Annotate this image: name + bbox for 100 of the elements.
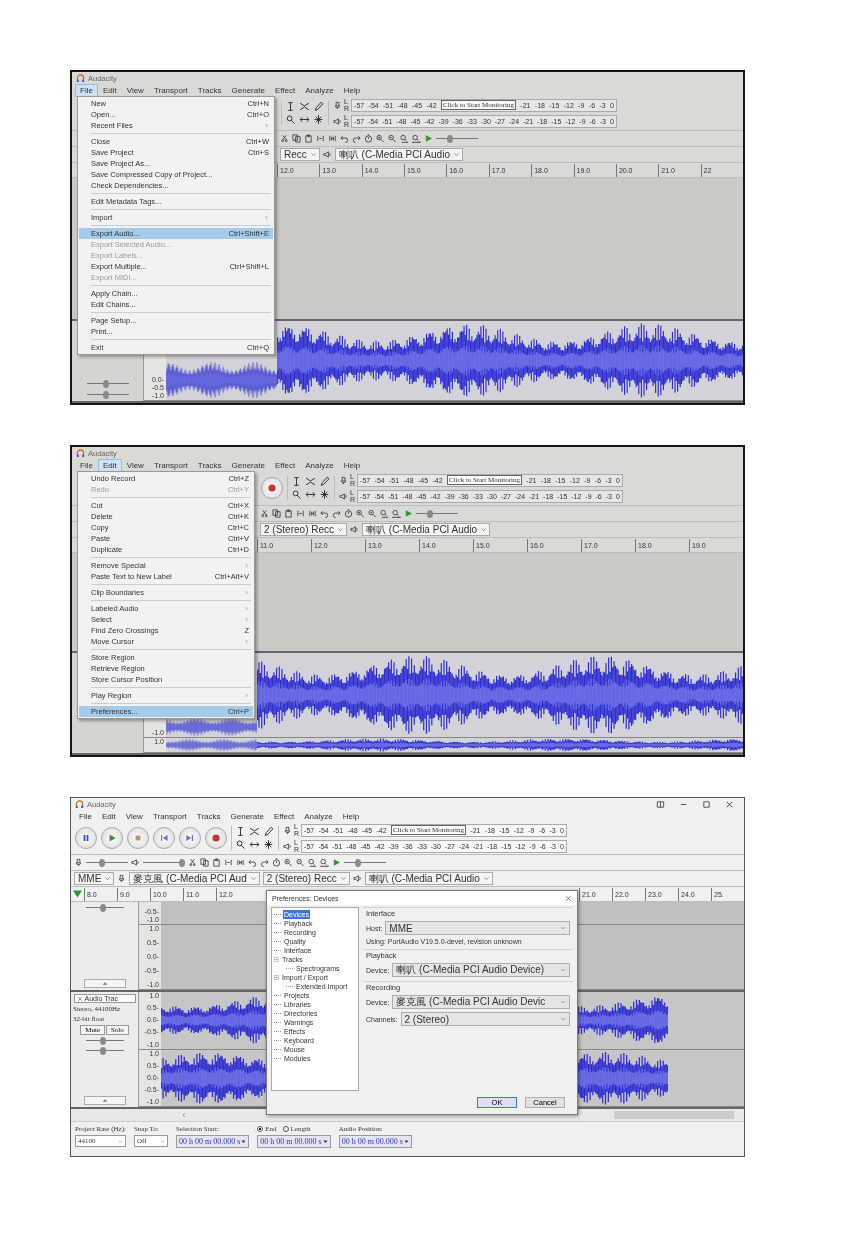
fit-selection-icon[interactable]	[308, 858, 317, 867]
fit-project-icon[interactable]	[320, 858, 329, 867]
speaker-icon[interactable]	[131, 858, 140, 867]
menu-bar-item[interactable]: Help	[338, 83, 366, 97]
menu-bar-item[interactable]: Edit	[96, 809, 121, 823]
speaker-icon[interactable]	[339, 491, 348, 501]
silence-icon[interactable]	[236, 858, 245, 867]
pause-button[interactable]	[75, 827, 97, 849]
dropdown-field[interactable]: 喇叭 (C-Media PCI Audio	[334, 148, 463, 161]
slider-thumb[interactable]	[99, 1047, 106, 1055]
menu-bar-item[interactable]: File	[74, 809, 97, 823]
magnifier-icon[interactable]	[235, 839, 246, 850]
dropdown-field[interactable]: Recc	[280, 148, 320, 161]
trim-icon[interactable]	[316, 134, 325, 143]
trim-icon[interactable]	[296, 509, 305, 518]
copy-icon[interactable]	[200, 858, 209, 867]
menu-bar-item[interactable]: View	[121, 83, 149, 97]
menu-bar-item[interactable]: Tracks	[192, 83, 227, 97]
skip-to-end-button[interactable]	[179, 827, 201, 849]
slider-thumb[interactable]	[102, 391, 109, 399]
play-icon[interactable]	[332, 858, 341, 867]
dropdown-field[interactable]: 喇叭 (C-Media PCI Audio Device)	[392, 963, 570, 977]
slider-thumb[interactable]	[354, 858, 361, 867]
pencil-icon[interactable]	[313, 101, 324, 112]
zoom-in-icon[interactable]	[376, 134, 385, 143]
fit-project-icon[interactable]	[392, 509, 401, 518]
skip-to-start-button[interactable]	[153, 827, 175, 849]
slider-thumb[interactable]	[99, 1037, 106, 1045]
menu-bar-item[interactable]: Help	[337, 809, 365, 823]
slider-thumb[interactable]	[446, 134, 453, 143]
dropdown-field[interactable]: MME	[385, 921, 570, 935]
redo-icon[interactable]	[332, 509, 341, 518]
silence-icon[interactable]	[308, 509, 317, 518]
menu-bar-item[interactable]: Analyze	[299, 809, 338, 823]
zoom-in-icon[interactable]	[356, 509, 365, 518]
radio-button[interactable]	[257, 1126, 264, 1132]
zoom-out-icon[interactable]	[388, 134, 397, 143]
microphone-icon[interactable]	[333, 100, 342, 110]
pencil-icon[interactable]	[319, 476, 330, 487]
dropdown-field[interactable]: 麥克風 (C-Media PCI Aud	[129, 872, 260, 885]
menu-bar-item[interactable]: File	[75, 458, 98, 472]
zoom-out-icon[interactable]	[296, 858, 305, 867]
asterisk-icon[interactable]	[313, 114, 324, 125]
speaker-icon[interactable]	[352, 874, 362, 883]
menu-bar-item[interactable]: View	[120, 809, 148, 823]
time-shift-icon[interactable]	[305, 489, 316, 500]
record-button[interactable]	[205, 827, 227, 849]
menu-bar-item[interactable]: Generate	[225, 809, 269, 823]
asterisk-icon[interactable]	[263, 839, 274, 850]
play-button[interactable]	[101, 827, 123, 849]
dropdown-field[interactable]: 2 (Stereo)	[400, 1012, 570, 1026]
fit-selection-icon[interactable]	[400, 134, 409, 143]
redo-icon[interactable]	[352, 134, 361, 143]
speaker-icon[interactable]	[322, 150, 332, 159]
trim-icon[interactable]	[224, 858, 233, 867]
time-field[interactable]: 00 h 00 m 00.000 s	[175, 1135, 250, 1148]
record-button[interactable]	[261, 477, 283, 499]
fit-selection-icon[interactable]	[380, 509, 389, 518]
microphone-icon[interactable]	[283, 825, 292, 835]
volume-slider[interactable]	[143, 858, 185, 867]
slider-thumb[interactable]	[426, 509, 433, 518]
menu-bar-item[interactable]: Help	[338, 458, 366, 472]
menu-bar-item[interactable]: Effect	[268, 809, 300, 823]
dropdown-field[interactable]: 2 (Stereo) Recc	[262, 872, 350, 885]
fit-project-icon[interactable]	[412, 134, 421, 143]
time-field[interactable]: 00 h 00 m 00.000 s	[257, 1135, 331, 1148]
undo-icon[interactable]	[248, 858, 257, 867]
menu-bar-item[interactable]: Analyze	[300, 83, 339, 97]
dropdown-field[interactable]: 麥克風 (C-Media PCI Audio Devic	[392, 995, 570, 1009]
radio-button[interactable]	[282, 1126, 289, 1132]
zoom-out-icon[interactable]	[368, 509, 377, 518]
timer-icon[interactable]	[344, 509, 353, 518]
play-icon[interactable]	[424, 134, 433, 143]
paste-icon[interactable]	[284, 509, 293, 518]
menu-bar-item[interactable]: Effect	[269, 83, 301, 97]
microphone-icon[interactable]	[339, 475, 348, 485]
paste-icon[interactable]	[212, 858, 221, 867]
menu-bar-item[interactable]: Edit	[97, 458, 122, 472]
slider-thumb[interactable]	[98, 858, 105, 867]
scissors-icon[interactable]	[280, 134, 289, 143]
play-marker-icon[interactable]	[73, 890, 82, 898]
menu-bar-item[interactable]: Transport	[147, 809, 192, 823]
menu-bar-item[interactable]: Transport	[148, 83, 193, 97]
speaker-icon[interactable]	[333, 116, 342, 126]
ibeam-icon[interactable]	[235, 826, 246, 837]
microphone-icon[interactable]	[117, 874, 127, 883]
envelope-tool-icon[interactable]	[249, 826, 260, 837]
menu-bar-item[interactable]: Tracks	[191, 809, 226, 823]
slider-thumb[interactable]	[179, 858, 185, 867]
menu-bar-item[interactable]: Generate	[226, 458, 270, 472]
slider-thumb[interactable]	[99, 904, 106, 912]
magnifier-icon[interactable]	[291, 489, 302, 500]
window-tile-icon[interactable]	[656, 799, 665, 809]
maximize-icon[interactable]	[702, 799, 711, 809]
pencil-icon[interactable]	[263, 826, 274, 837]
play-icon[interactable]	[404, 509, 413, 518]
ibeam-icon[interactable]	[285, 101, 296, 112]
dropdown-field[interactable]: 喇叭 (C-Media PCI Audio	[362, 523, 491, 536]
dropdown-field[interactable]: 喇叭 (C-Media PCI Audio	[364, 872, 493, 885]
microphone-icon[interactable]	[74, 858, 83, 867]
